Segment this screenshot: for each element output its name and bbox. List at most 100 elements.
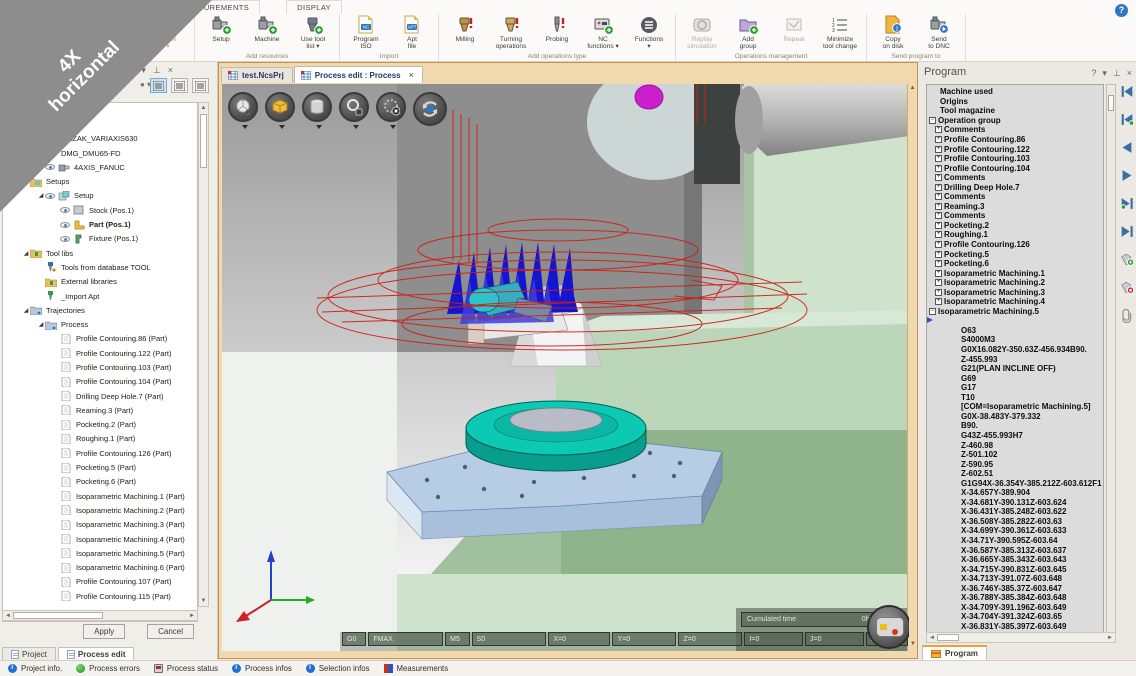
gcode-line[interactable]: X-34.709Y-391.196Z-603.649 [927,603,1103,613]
play-backward-icon[interactable] [1119,140,1135,160]
program-horizontal-scrollbar[interactable]: ◄► [926,632,1116,643]
tree-item[interactable]: _Import Apt [3,289,197,303]
tree-horizontal-scrollbar[interactable]: ◄ ► [2,610,198,621]
gcode-line[interactable]: S4000M3 [927,335,1103,345]
expander-icon[interactable]: ◢ [7,107,15,114]
program-tree-item[interactable]: +Profile Contouring.86 [927,135,1103,145]
program-tree-item[interactable]: −Isoparametric Machining.5 [927,307,1103,317]
gcode-line[interactable]: Z-602.51 [927,469,1103,479]
expand-icon[interactable]: + [935,270,942,277]
play-forward-icon[interactable] [1119,168,1135,188]
panel-tab-project[interactable]: Project [2,647,56,661]
gcode-line[interactable]: B90. [927,421,1103,431]
program-tree-item[interactable]: +Comments [927,192,1103,202]
ribbon-tab-measurements[interactable]: MEASUREMENTS [170,0,260,14]
collapse-icon[interactable]: − [929,117,936,124]
cancel-button[interactable]: Cancel [147,624,194,639]
program-tree-item[interactable]: +Profile Contouring.122 [927,144,1103,154]
repeat-button[interactable]: Repeat [771,14,817,52]
tree-item[interactable]: ◢Resources [3,103,197,117]
dropdown-arrow-icon[interactable] [353,125,359,129]
expand-icon[interactable]: + [935,241,942,248]
send-dnc-button[interactable]: Send to DNC [916,14,962,52]
file-apt-button[interactable]: APTApt file [389,14,435,52]
left-panel-chevron-down-icon[interactable]: ▾ [141,65,146,76]
expand-icon[interactable]: + [935,212,942,219]
visibility-eye-icon[interactable] [45,164,55,170]
panel-tab-process-edit[interactable]: Process edit [58,647,135,661]
program-tree-item[interactable]: +Isoparametric Machining.3 [927,287,1103,297]
gcode-line[interactable]: T10 [927,393,1103,403]
expander-icon[interactable]: ◢ [22,178,30,185]
gcode-line[interactable]: X-34.704Y-391.324Z-603.65 [927,612,1103,622]
expand-icon[interactable]: + [935,126,942,133]
replay-button[interactable]: Replay simulation [679,14,725,52]
tree-item[interactable]: Reaming.3 (Part) [3,403,197,417]
gcode-line[interactable]: G0X-38.483Y-379.332 [927,412,1103,422]
program-tree-item[interactable]: +Isoparametric Machining.4 [927,297,1103,307]
gcode-line[interactable]: X-34.681Y-390.131Z-603.624 [927,498,1103,508]
dropdown-arrow-icon[interactable] [390,125,396,129]
gcode-line[interactable]: X-36.746Y-385.37Z-603.647 [927,583,1103,593]
visibility-eye-icon[interactable] [60,222,70,228]
gcode-line[interactable]: G69 [927,373,1103,383]
gcode-line[interactable]: X-36.788Y-385.384Z-603.648 [927,593,1103,603]
expand-icon[interactable]: + [935,165,942,172]
program-tree-item[interactable]: Machine used [927,87,1103,97]
viewport-scrollbar[interactable]: ▲▼ [907,84,917,651]
gcode-line[interactable]: X-36.508Y-385.282Z-603.63 [927,517,1103,527]
program-tree-item[interactable]: +Drilling Deep Hole.7 [927,182,1103,192]
expander-icon[interactable]: ◢ [37,192,45,199]
viewport-3d[interactable]: Cumulated time 0h 0' 0" G0FMAXM5S0X=0Y=0… [222,84,909,651]
tree-item[interactable]: Isoparametric Machining.3 (Part) [3,518,197,532]
tree-item[interactable]: Profile Contouring.122 (Part) [3,346,197,360]
tree-item[interactable]: Tools from database TOOL [3,260,197,274]
gcode-line[interactable]: Z-460.98 [927,440,1103,450]
gcode-line[interactable]: O63 [927,326,1103,336]
gcode-line[interactable]: X-34.713Y-391.07Z-603.648 [927,574,1103,584]
tool-stop-icon[interactable] [1119,280,1135,300]
list-view-medium-button[interactable] [171,78,188,93]
tree-item[interactable]: Isoparametric Machining.1 (Part) [3,489,197,503]
add-group-button[interactable]: Add group [725,14,771,52]
program-tree-item[interactable]: +Reaming.3 [927,202,1103,212]
status-item-process-errors[interactable]: Process errors [76,664,140,673]
tree-item[interactable]: ◢Setup [3,189,197,203]
program-tree-item[interactable]: +Profile Contouring.126 [927,240,1103,250]
expand-icon[interactable]: + [935,251,942,258]
expander-icon[interactable]: ◢ [37,321,45,328]
tree-item[interactable]: ◢Process [3,317,197,331]
tree-item[interactable]: Roughing.1 (Part) [3,432,197,446]
gcode-line[interactable]: X-34.699Y-390.361Z-603.633 [927,526,1103,536]
program-tree-item[interactable] [927,316,1103,326]
gcode-line[interactable]: X-36.665Y-385.343Z-603.643 [927,555,1103,565]
ribbon-tab-display[interactable]: DISPLAY [286,0,342,14]
skip-start-icon[interactable] [1119,84,1135,104]
tree-item[interactable]: Profile Contouring.86 (Part) [3,332,197,346]
gcode-line[interactable]: X-34.715Y-390.831Z-603.645 [927,564,1103,574]
tree-item[interactable]: Profile Contouring.126 (Part) [3,446,197,460]
tree-item[interactable]: Profile Contouring.103 (Part) [3,360,197,374]
program-tree-item[interactable]: +Isoparametric Machining.2 [927,278,1103,288]
tree-item[interactable]: Fixture (Pos.1) [3,232,197,246]
paste-button[interactable]: Paste ▾ [145,14,191,52]
op-turn-button[interactable]: Turning operations [488,14,534,52]
skip-start-marker-icon[interactable] [1119,112,1135,132]
gcode-line[interactable]: Z-590.95 [927,459,1103,469]
skip-end-icon[interactable] [1119,224,1135,244]
expander-icon[interactable]: ◢ [22,307,30,314]
tree-item[interactable]: External libraries [3,275,197,289]
expand-icon[interactable]: + [935,193,942,200]
op-mill-button[interactable]: Milling [442,14,488,52]
status-item-process-infos[interactable]: Process infos [232,664,292,673]
jog-controller-icon[interactable] [867,605,909,649]
status-item-selection-infos[interactable]: Selection infos [306,664,370,673]
attach-icon[interactable] [1119,308,1135,328]
expand-icon[interactable]: + [935,203,942,210]
document-tab[interactable]: test.NcsPrj [221,67,293,83]
program-tree-item[interactable]: Tool magazine [927,106,1103,116]
visibility-eye-icon[interactable] [45,193,55,199]
op-nc-button[interactable]: NC functions ▾ [580,14,626,52]
tree-item[interactable]: Isoparametric Machining.2 (Part) [3,503,197,517]
expand-icon[interactable]: + [935,146,942,153]
